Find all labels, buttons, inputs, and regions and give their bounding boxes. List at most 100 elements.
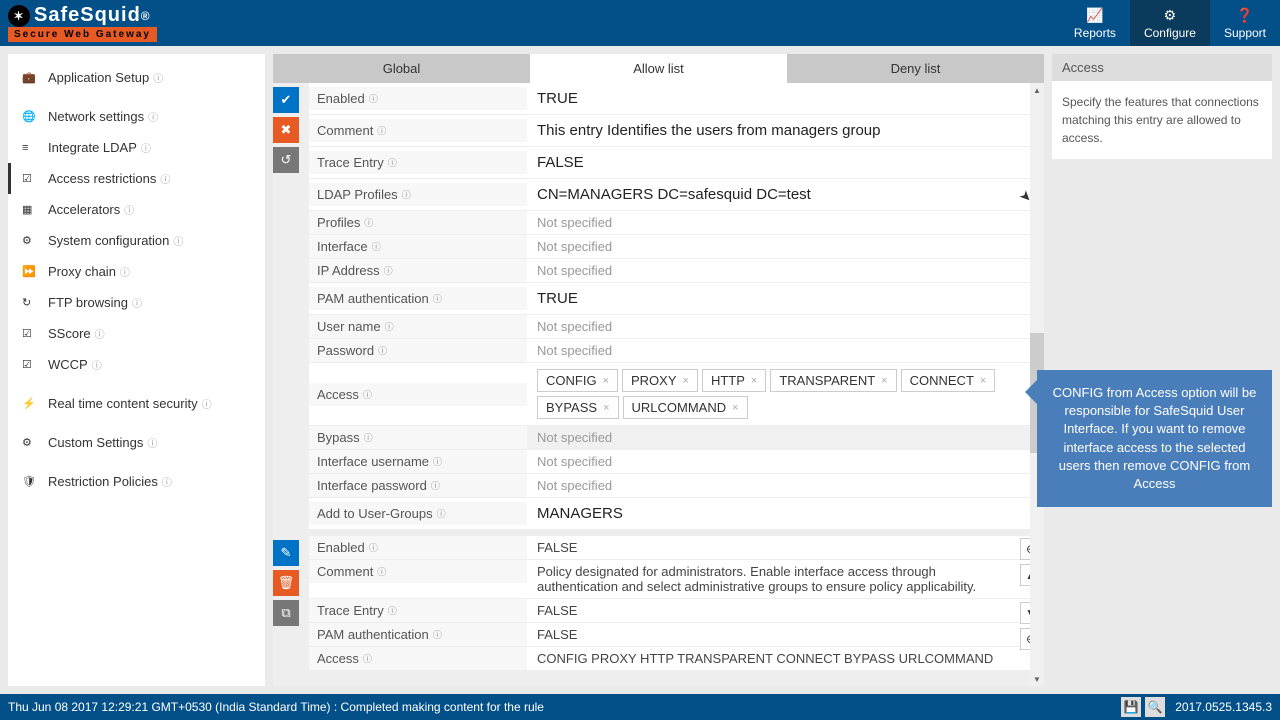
- nav-configure-label: Configure: [1144, 26, 1196, 40]
- value-profiles[interactable]: Not specified: [527, 211, 1044, 234]
- nav-support-label: Support: [1224, 26, 1266, 40]
- status-text: Thu Jun 08 2017 12:29:21 GMT+0530 (India…: [8, 700, 544, 714]
- label-comment: Comment: [317, 564, 373, 579]
- scroll-up-icon[interactable]: ▲: [1030, 83, 1044, 97]
- check-icon: ☑: [22, 358, 40, 371]
- access-tag[interactable]: BYPASS×: [537, 396, 619, 419]
- delete-button[interactable]: 🗑: [273, 570, 299, 596]
- label-ip: IP Address: [317, 263, 380, 278]
- value-groups[interactable]: MANAGERS: [527, 501, 1044, 526]
- label-interface: Interface: [317, 239, 368, 254]
- value-access[interactable]: CONFIG×PROXY×HTTP×TRANSPARENT×CONNECT× BY…: [527, 363, 1044, 425]
- edit-button[interactable]: ✎: [273, 540, 299, 566]
- label-enabled: Enabled: [317, 91, 365, 106]
- label-ldap: LDAP Profiles: [317, 187, 398, 202]
- edit-button[interactable]: ✔: [273, 87, 299, 113]
- footer: Thu Jun 08 2017 12:29:21 GMT+0530 (India…: [0, 694, 1280, 720]
- entry-table: EnabledⓘTRUE CommentⓘThis entry Identifi…: [309, 83, 1044, 530]
- help-body: Specify the features that connections ma…: [1052, 81, 1272, 159]
- value-interface[interactable]: Not specified: [527, 235, 1044, 258]
- globe-icon: 🌐: [22, 110, 40, 123]
- remove-tag-icon[interactable]: ×: [980, 375, 986, 387]
- info-icon: ⓘ: [95, 326, 105, 341]
- value-enabled2: FALSE: [527, 536, 1044, 559]
- sidebar-item-wccp[interactable]: ☑WCCPⓘ: [8, 349, 265, 380]
- info-icon: ⓘ: [147, 435, 157, 450]
- nav-configure[interactable]: ⚙ Configure: [1130, 0, 1210, 46]
- sidebar-label: System configuration: [48, 233, 169, 248]
- value-password[interactable]: Not specified: [527, 339, 1044, 362]
- sidebar-item-network[interactable]: 🌐Network settingsⓘ: [8, 101, 265, 132]
- sidebar-item-restriction[interactable]: 🛡Restriction Policiesⓘ: [8, 466, 265, 497]
- access-tag[interactable]: PROXY×: [622, 369, 698, 392]
- label-access: Access: [317, 387, 359, 402]
- sidebar-item-ldap[interactable]: ≡Integrate LDAPⓘ: [8, 132, 265, 163]
- delete-button[interactable]: ✖: [273, 117, 299, 143]
- logo-icon: ✶: [8, 5, 30, 27]
- value-user[interactable]: Not specified: [527, 315, 1044, 338]
- nav-reports[interactable]: 📈 Reports: [1060, 0, 1130, 46]
- copy-button[interactable]: ⧉: [273, 600, 299, 626]
- label-pam: PAM authentication: [317, 627, 429, 642]
- sidebar-item-accelerators[interactable]: ▦Acceleratorsⓘ: [8, 194, 265, 225]
- sliders-icon: ⚙: [22, 436, 40, 449]
- access-tag[interactable]: CONNECT×: [901, 369, 996, 392]
- info-icon: ⓘ: [148, 109, 158, 124]
- value-pam2: FALSE: [527, 623, 1044, 646]
- access-tag[interactable]: HTTP×: [702, 369, 766, 392]
- sidebar-item-custom[interactable]: ⚙Custom Settingsⓘ: [8, 427, 265, 458]
- remove-tag-icon[interactable]: ×: [603, 402, 609, 414]
- gear-icon: ⚙: [22, 234, 40, 247]
- tab-global[interactable]: Global: [273, 54, 530, 83]
- access-tag[interactable]: TRANSPARENT×: [770, 369, 896, 392]
- tab-allow[interactable]: Allow list: [530, 54, 787, 83]
- sidebar-item-proxy[interactable]: ⏩Proxy chainⓘ: [8, 256, 265, 287]
- value-ipass[interactable]: Not specified: [527, 474, 1044, 497]
- info-icon: ⓘ: [384, 264, 393, 277]
- value-ip[interactable]: Not specified: [527, 259, 1044, 282]
- value-pam[interactable]: TRUE: [527, 286, 1044, 311]
- info-icon: ⓘ: [363, 652, 372, 665]
- tab-deny[interactable]: Deny list: [787, 54, 1044, 83]
- entry-actions: ✎ 🗑 ⧉: [273, 536, 309, 671]
- remove-tag-icon[interactable]: ×: [603, 375, 609, 387]
- nav-support[interactable]: ❓ Support: [1210, 0, 1280, 46]
- scroll-down-icon[interactable]: ▼: [1030, 672, 1044, 686]
- save-button[interactable]: 💾: [1121, 697, 1141, 717]
- remove-tag-icon[interactable]: ×: [881, 375, 887, 387]
- sidebar-item-realtime[interactable]: ⚡Real time content securityⓘ: [8, 388, 265, 419]
- value-ldap[interactable]: CN=MANAGERS DC=safesquid DC=test➤: [527, 182, 1044, 207]
- info-icon: ⓘ: [369, 92, 378, 105]
- search-button[interactable]: 🔍: [1145, 697, 1165, 717]
- label-trace: Trace Entry: [317, 155, 384, 170]
- help-icon: ❓: [1236, 7, 1253, 24]
- sidebar-item-access[interactable]: ☑Access restrictionsⓘ: [8, 163, 265, 194]
- gears-icon: ⚙: [1164, 7, 1177, 24]
- brand-name: SafeSquid: [34, 4, 141, 27]
- value-comment[interactable]: This entry Identifies the users from man…: [527, 118, 1044, 143]
- remove-tag-icon[interactable]: ×: [683, 375, 689, 387]
- label-pam: PAM authentication: [317, 291, 429, 306]
- access-tag[interactable]: URLCOMMAND×: [623, 396, 748, 419]
- info-icon: ⓘ: [132, 295, 142, 310]
- info-icon: ⓘ: [363, 388, 372, 401]
- sidebar-item-sscore[interactable]: ☑SScoreⓘ: [8, 318, 265, 349]
- value-bypass[interactable]: Not specified: [527, 426, 1044, 449]
- sidebar-label: FTP browsing: [48, 295, 128, 310]
- callout-tooltip: CONFIG from Access option will be respon…: [1037, 370, 1272, 507]
- remove-tag-icon[interactable]: ×: [751, 375, 757, 387]
- sidebar-item-ftp[interactable]: ↻FTP browsingⓘ: [8, 287, 265, 318]
- label-bypass: Bypass: [317, 430, 360, 445]
- check-icon: ☑: [22, 172, 40, 185]
- label-ipass: Interface password: [317, 478, 427, 493]
- sidebar-item-app-setup[interactable]: 💼Application Setupⓘ: [8, 62, 265, 93]
- sidebar-item-system[interactable]: ⚙System configurationⓘ: [8, 225, 265, 256]
- version-text: 2017.0525.1345.3: [1175, 700, 1272, 714]
- value-iuser[interactable]: Not specified: [527, 450, 1044, 473]
- remove-tag-icon[interactable]: ×: [732, 402, 738, 414]
- brand-reg: ®: [141, 9, 151, 23]
- value-enabled[interactable]: TRUE: [527, 86, 1044, 111]
- undo-button[interactable]: ↺: [273, 147, 299, 173]
- value-trace[interactable]: FALSE: [527, 150, 1044, 175]
- access-tag[interactable]: CONFIG×: [537, 369, 618, 392]
